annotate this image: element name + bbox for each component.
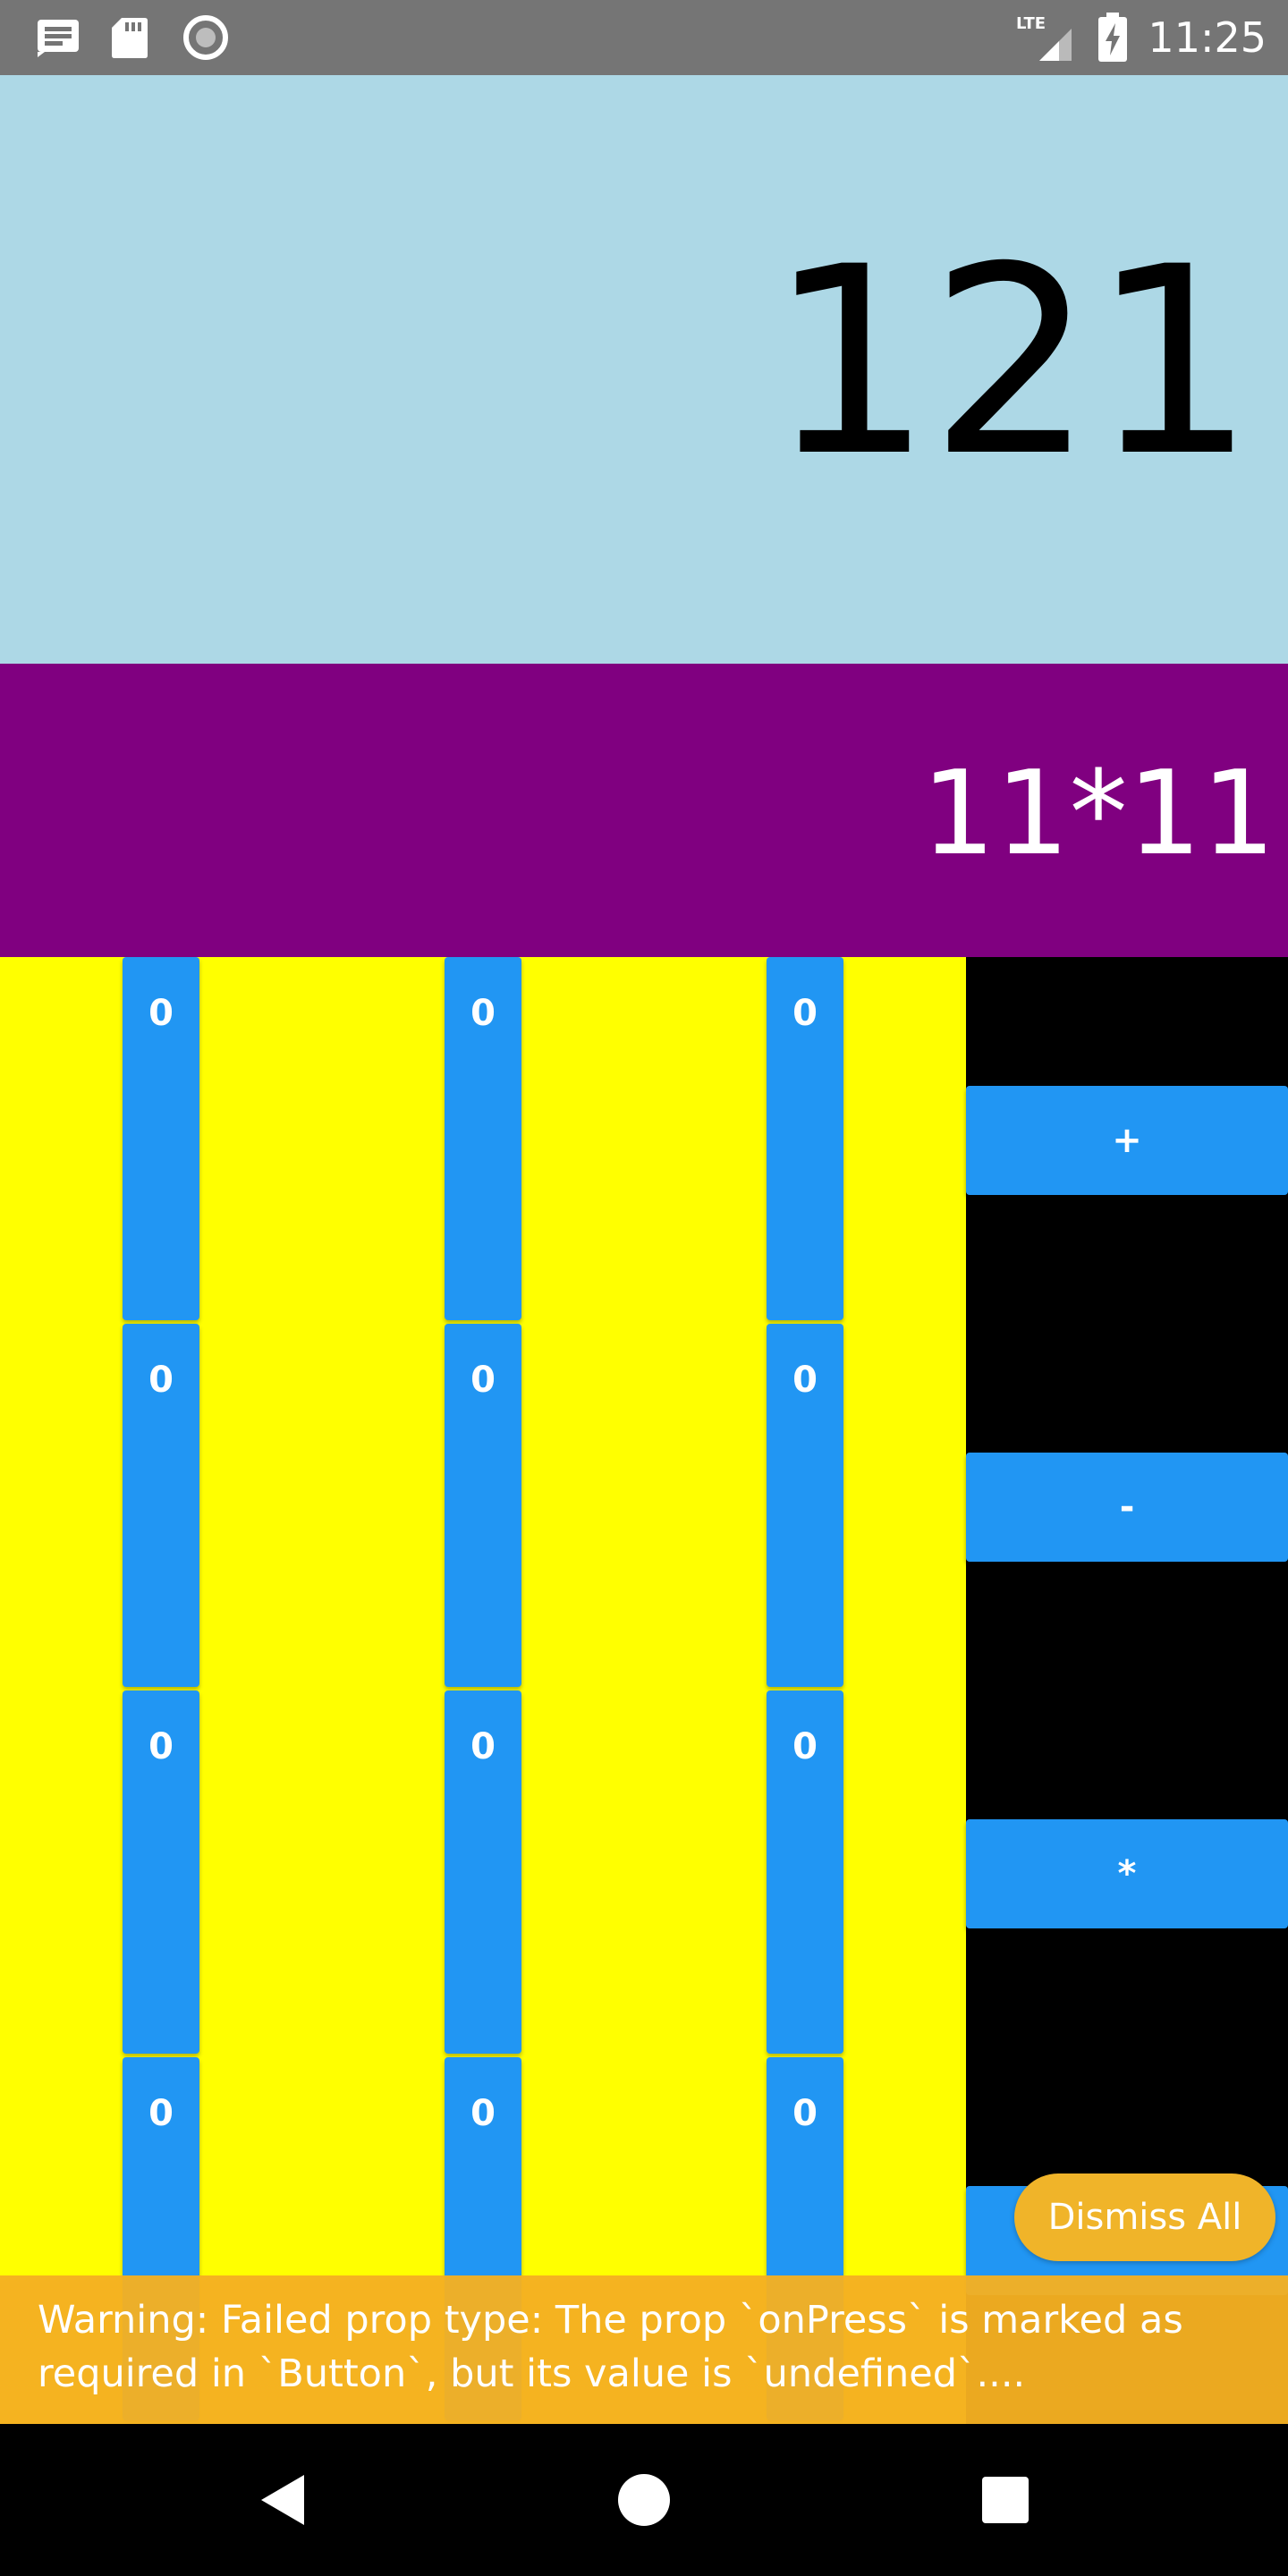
lte-signal-icon: LTE bbox=[1016, 13, 1075, 66]
back-icon bbox=[261, 2475, 304, 2525]
navigation-bar bbox=[0, 2424, 1288, 2576]
back-button[interactable] bbox=[193, 2424, 372, 2576]
sd-card-icon bbox=[111, 16, 148, 63]
expression-display: 11*11 bbox=[0, 664, 1288, 957]
digit-button[interactable]: 0 bbox=[767, 1324, 843, 1687]
result-display: 121 bbox=[0, 75, 1288, 664]
numeric-keypad: 0 0 0 0 0 0 0 0 0 0 0 0 bbox=[0, 957, 966, 2424]
home-icon bbox=[618, 2474, 670, 2526]
digit-button[interactable]: 0 bbox=[445, 957, 521, 1320]
digit-button[interactable]: 0 bbox=[767, 957, 843, 1320]
warning-message: Warning: Failed prop type: The prop `onP… bbox=[38, 2298, 1183, 2396]
notification-icon bbox=[36, 16, 80, 61]
record-icon bbox=[182, 14, 229, 64]
home-button[interactable] bbox=[555, 2424, 733, 2576]
status-bar: LTE 11:25 bbox=[0, 0, 1288, 75]
status-time: 11:25 bbox=[1148, 13, 1267, 62]
digit-button[interactable]: 0 bbox=[123, 957, 199, 1320]
result-value: 121 bbox=[767, 212, 1256, 513]
subtract-button[interactable]: - bbox=[966, 1453, 1288, 1562]
dismiss-all-button[interactable]: Dismiss All bbox=[1014, 2174, 1275, 2261]
multiply-button[interactable]: * bbox=[966, 1819, 1288, 1928]
digit-button[interactable]: 0 bbox=[767, 1690, 843, 2054]
recents-icon bbox=[982, 2477, 1029, 2523]
svg-text:LTE: LTE bbox=[1016, 14, 1046, 33]
battery-charging-icon bbox=[1097, 13, 1129, 66]
digit-button[interactable]: 0 bbox=[123, 1324, 199, 1687]
warning-banner[interactable]: Warning: Failed prop type: The prop `onP… bbox=[0, 2275, 1288, 2424]
expression-value: 11*11 bbox=[921, 745, 1275, 881]
digit-button[interactable]: 0 bbox=[445, 1690, 521, 2054]
add-button[interactable]: + bbox=[966, 1086, 1288, 1195]
digit-button[interactable]: 0 bbox=[123, 1690, 199, 2054]
recents-button[interactable] bbox=[916, 2424, 1095, 2576]
digit-button[interactable]: 0 bbox=[445, 1324, 521, 1687]
